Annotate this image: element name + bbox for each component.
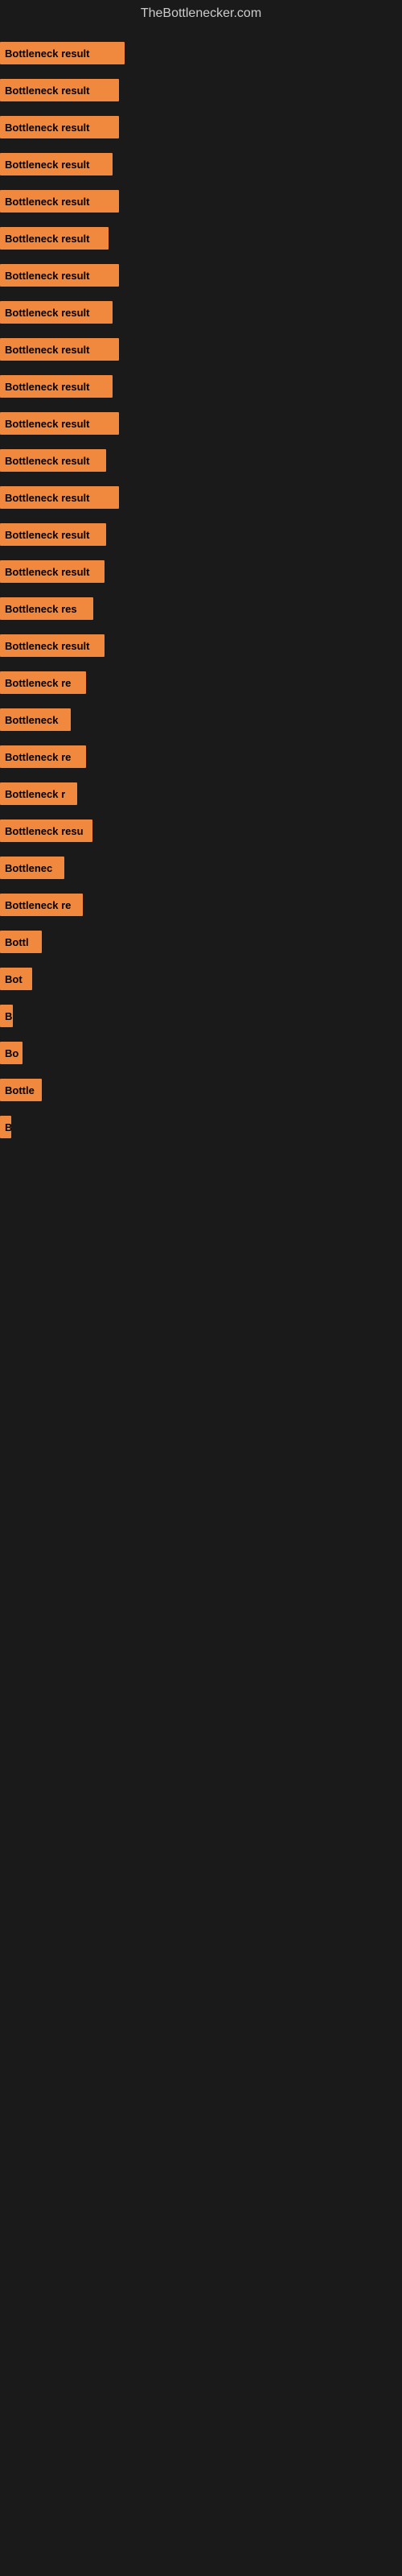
bar-row: Bottleneck result bbox=[0, 109, 402, 145]
bottleneck-bar[interactable]: Bottleneck result bbox=[0, 190, 119, 213]
bars-container: Bottleneck result Bottleneck result Bottle… bbox=[0, 27, 402, 1154]
bar-label: Bottleneck result bbox=[5, 47, 89, 60]
site-title: TheBottlenecker.com bbox=[0, 0, 402, 27]
bar-label: Bottleneck result bbox=[5, 196, 89, 208]
bar-row: Bottleneck resu bbox=[0, 813, 402, 848]
bar-row: Bottleneck result bbox=[0, 258, 402, 293]
bottleneck-bar[interactable]: Bottleneck bbox=[0, 708, 71, 731]
bottleneck-bar[interactable]: Bottleneck result bbox=[0, 449, 106, 472]
bottleneck-bar[interactable]: Bottleneck result bbox=[0, 523, 106, 546]
bar-row: B bbox=[0, 998, 402, 1034]
bar-label: Bottleneck result bbox=[5, 344, 89, 356]
bar-label: Bottleneck result bbox=[5, 418, 89, 430]
bottleneck-bar[interactable]: Bottleneck result bbox=[0, 301, 113, 324]
bottleneck-bar[interactable]: Bottleneck res bbox=[0, 597, 93, 620]
bar-row: Bottleneck res bbox=[0, 591, 402, 626]
bar-row: Bottleneck r bbox=[0, 776, 402, 811]
bar-row: Bottleneck result bbox=[0, 221, 402, 256]
bottleneck-bar[interactable]: Bottleneck result bbox=[0, 227, 109, 250]
bottleneck-bar[interactable]: Bottleneck result bbox=[0, 338, 119, 361]
bottleneck-bar[interactable]: Bottleneck result bbox=[0, 153, 113, 175]
bar-row: Bottleneck result bbox=[0, 35, 402, 71]
bar-label: Bottleneck result bbox=[5, 307, 89, 319]
site-title-text: TheBottlenecker.com bbox=[141, 6, 261, 20]
bar-label: B bbox=[5, 1010, 12, 1022]
bar-row: Bottleneck result bbox=[0, 517, 402, 552]
bar-label: Bottleneck result bbox=[5, 159, 89, 171]
bottleneck-bar[interactable]: Bottleneck result bbox=[0, 412, 119, 435]
bottleneck-bar[interactable]: Bottleneck result bbox=[0, 634, 105, 657]
bottleneck-bar[interactable]: Bot bbox=[0, 968, 32, 990]
bar-label: Bo bbox=[5, 1047, 18, 1059]
bar-row: Bottleneck result bbox=[0, 628, 402, 663]
bar-label: Bot bbox=[5, 973, 23, 985]
bar-row: Bottleneck result bbox=[0, 369, 402, 404]
bar-label: Bottleneck res bbox=[5, 603, 77, 615]
bottleneck-bar[interactable]: Bottleneck result bbox=[0, 42, 125, 64]
bar-row: Bottleneck bbox=[0, 702, 402, 737]
bar-label: Bottleneck result bbox=[5, 381, 89, 393]
bar-row: Bottleneck result bbox=[0, 147, 402, 182]
bar-label: Bottleneck result bbox=[5, 85, 89, 97]
bottleneck-bar[interactable]: Bottleneck re bbox=[0, 894, 83, 916]
bar-row: Bottl bbox=[0, 924, 402, 960]
bar-row: Bottle bbox=[0, 1072, 402, 1108]
bottleneck-bar[interactable]: Bottle bbox=[0, 1079, 42, 1101]
bar-label: Bottleneck re bbox=[5, 677, 71, 689]
bar-label: Bottleneck result bbox=[5, 529, 89, 541]
bottleneck-bar[interactable]: Bottleneck re bbox=[0, 745, 86, 768]
bar-label: Bottlenec bbox=[5, 862, 52, 874]
bottleneck-bar[interactable]: B bbox=[0, 1005, 13, 1027]
bar-label: Bottleneck result bbox=[5, 566, 89, 578]
bar-row: B bbox=[0, 1109, 402, 1145]
bar-label: Bottleneck r bbox=[5, 788, 65, 800]
bar-label: Bottleneck resu bbox=[5, 825, 84, 837]
bar-label: Bottleneck re bbox=[5, 751, 71, 763]
bar-row: Bottleneck re bbox=[0, 739, 402, 774]
bar-row: Bottleneck result bbox=[0, 332, 402, 367]
bottleneck-bar[interactable]: Bottleneck result bbox=[0, 116, 119, 138]
bottleneck-bar[interactable]: Bottleneck result bbox=[0, 79, 119, 101]
bar-row: Bottleneck re bbox=[0, 887, 402, 923]
bar-label: Bottleneck result bbox=[5, 233, 89, 245]
bottleneck-bar[interactable]: Bottleneck re bbox=[0, 671, 86, 694]
bar-row: Bottlenec bbox=[0, 850, 402, 886]
bar-label: Bottle bbox=[5, 1084, 35, 1096]
bar-label: Bottleneck result bbox=[5, 492, 89, 504]
bar-label: Bottleneck result bbox=[5, 122, 89, 134]
bar-label: Bottleneck result bbox=[5, 640, 89, 652]
bottleneck-bar[interactable]: Bottlenec bbox=[0, 857, 64, 879]
bottleneck-bar[interactable]: Bottleneck result bbox=[0, 264, 119, 287]
bottleneck-bar[interactable]: Bottl bbox=[0, 931, 42, 953]
bar-label: B bbox=[5, 1121, 11, 1133]
bar-label: Bottl bbox=[5, 936, 29, 948]
bottleneck-bar[interactable]: B bbox=[0, 1116, 11, 1138]
bar-row: Bottleneck re bbox=[0, 665, 402, 700]
bar-row: Bot bbox=[0, 961, 402, 997]
bar-row: Bottleneck result bbox=[0, 406, 402, 441]
bottleneck-bar[interactable]: Bo bbox=[0, 1042, 23, 1064]
bar-row: Bo bbox=[0, 1035, 402, 1071]
bottleneck-bar[interactable]: Bottleneck resu bbox=[0, 819, 92, 842]
bar-label: Bottleneck re bbox=[5, 899, 71, 911]
bar-label: Bottleneck result bbox=[5, 270, 89, 282]
bar-row: Bottleneck result bbox=[0, 184, 402, 219]
bar-label: Bottleneck result bbox=[5, 455, 89, 467]
bar-row: Bottleneck result bbox=[0, 72, 402, 108]
bottleneck-bar[interactable]: Bottleneck result bbox=[0, 486, 119, 509]
bar-row: Bottleneck result bbox=[0, 480, 402, 515]
bar-row: Bottleneck result bbox=[0, 295, 402, 330]
bar-label: Bottleneck bbox=[5, 714, 58, 726]
bottleneck-bar[interactable]: Bottleneck result bbox=[0, 375, 113, 398]
bottleneck-bar[interactable]: Bottleneck result bbox=[0, 560, 105, 583]
bar-row: Bottleneck result bbox=[0, 554, 402, 589]
bar-row: Bottleneck result bbox=[0, 443, 402, 478]
bottleneck-bar[interactable]: Bottleneck r bbox=[0, 782, 77, 805]
